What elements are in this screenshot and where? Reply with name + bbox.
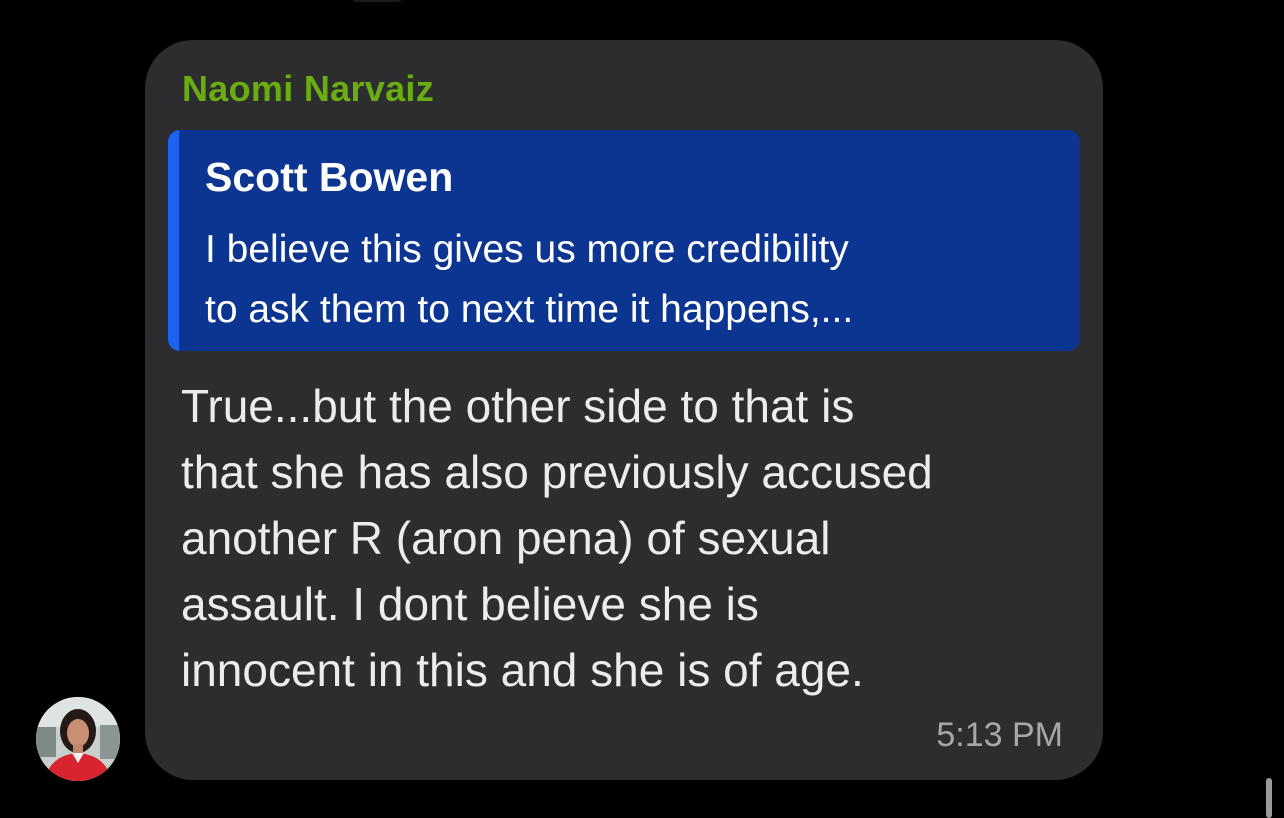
message-bubble[interactable]: Naomi Narvaiz Scott Bowen I believe this… [145, 40, 1103, 780]
message-text: True...but the other side to that is tha… [181, 380, 933, 696]
quote-accent-bar [168, 130, 179, 351]
quoted-text: I believe this gives us more credibility… [205, 228, 854, 331]
avatar-photo-icon [36, 697, 120, 781]
quoted-author: Scott Bowen [205, 154, 454, 200]
message-timestamp: 5:13 PM [936, 716, 1063, 754]
sender-name[interactable]: Naomi Narvaiz [182, 68, 434, 110]
previous-message-edge [352, 0, 402, 2]
scrollbar[interactable] [1266, 778, 1272, 818]
quoted-reply[interactable]: Scott Bowen I believe this gives us more… [168, 130, 1080, 351]
sender-avatar[interactable] [36, 697, 120, 781]
